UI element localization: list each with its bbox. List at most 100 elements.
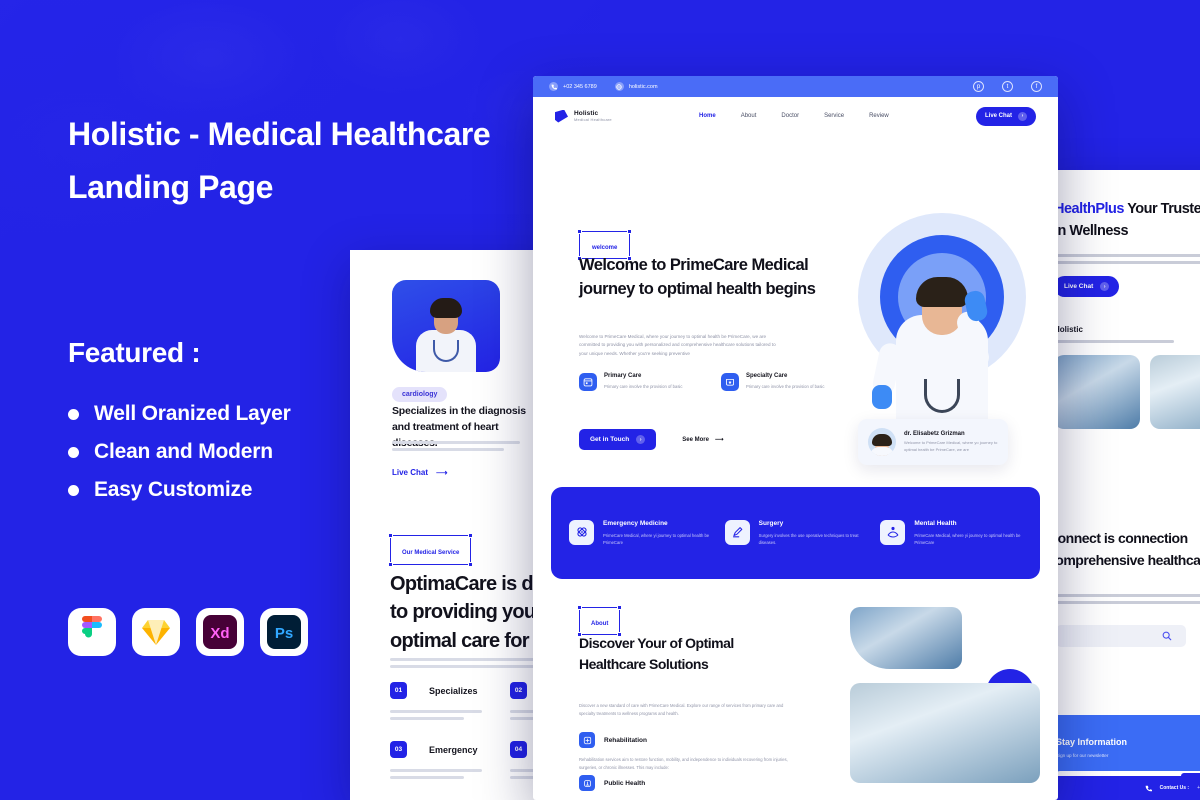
email-contact[interactable]: holistic.com (614, 82, 658, 91)
about-item-public-health: Public Health Public health initiatives … (579, 775, 795, 800)
right-panel-heading-2: Connect is connection comprehensive heal… (1048, 530, 1200, 568)
brand-name: Holistic (574, 110, 599, 117)
mockup-main-landing-page: +02 345 6789 holistic.com p t f Holistic… (533, 76, 1058, 800)
hero-feature-specialty-care: Specialty Care Primary care involve the … (721, 373, 831, 391)
about-item-title: Public Health (604, 779, 646, 787)
about-photo-lab (850, 607, 962, 669)
selection-handle[interactable] (388, 533, 393, 538)
doctor-card-desc: Welcome to PrimeCare Medical, where yo j… (904, 439, 998, 452)
featured-item-label: Clean and Modern (94, 440, 273, 463)
right-panel-paragraph-line (1054, 254, 1200, 257)
service-item: 04 (510, 741, 527, 758)
bandage-icon (569, 519, 594, 545)
about-photo-team (850, 683, 1040, 783)
band-item-mental-health[interactable]: Mental Health PrimeCare Medical, where y… (880, 519, 1022, 547)
see-more-label: See More (682, 436, 709, 443)
about-badge: About (577, 605, 623, 637)
about-badge-label: About (591, 621, 609, 627)
facebook-icon[interactable]: f (1031, 81, 1042, 92)
featured-item-label: Well Oranized Layer (94, 402, 291, 425)
band-title: Emergency Medicine (603, 519, 668, 527)
site-navbar: Holistic Medical Healthcare Home About D… (533, 97, 1058, 135)
sketch-icon (132, 608, 180, 656)
page-title: Holistic - Medical Healthcare Landing Pa… (68, 108, 538, 214)
chevron-right-icon: › (1018, 111, 1027, 121)
about-image-stack (850, 607, 1040, 783)
feature-desc: Primary care involve the provision of ba… (746, 384, 825, 389)
hero-heading: Welcome to PrimeCare Medical journey to … (579, 256, 816, 299)
footer-contact-label: Contact Us : (1159, 785, 1190, 791)
about-paragraph: Discover a new standard of care with Pri… (579, 703, 784, 716)
card-heading: Specializes in the diagnosis and treatme… (392, 405, 526, 449)
card-body-line (392, 441, 520, 444)
nav-item-home[interactable]: Home (699, 113, 716, 119)
medical-service-paragraph-line (390, 665, 540, 668)
band-title: Mental Health (914, 519, 957, 527)
about-item-header: Public Health (579, 775, 795, 791)
card-live-chat-link[interactable]: Live Chat ⟶ (392, 468, 447, 477)
globe-icon (614, 82, 624, 91)
selection-handle[interactable] (468, 562, 474, 567)
mockup-right-panel: HealthPlus Your Trusted Partner in Welln… (1040, 170, 1200, 800)
newsletter-title: Stay Information (1056, 737, 1128, 747)
selection-handle[interactable] (468, 533, 474, 538)
selection-handle[interactable] (388, 562, 393, 567)
band-desc: PrimeCare Medical, where yi journey to o… (914, 532, 1021, 545)
surgery-photo (1054, 355, 1140, 429)
feature-title: Specialty Care (746, 373, 788, 379)
nav-item-doctor[interactable]: Doctor (781, 113, 799, 119)
right-panel-heading: HealthPlus Your Trusted Partner in Welln… (1054, 198, 1200, 242)
services-band: Emergency Medicine PrimeCare Medical, wh… (551, 487, 1040, 579)
twitter-icon[interactable]: t (1002, 81, 1013, 92)
about-item-header: Rehabilitation (579, 732, 795, 748)
phone-contact[interactable]: +02 345 6789 (549, 82, 597, 91)
right-live-chat-label: Live Chat (1064, 283, 1094, 290)
nav-item-review[interactable]: Review (869, 113, 889, 119)
selection-handle[interactable] (577, 605, 582, 610)
right-section-caption: Holistic (1054, 325, 1083, 334)
rehab-icon (579, 732, 595, 748)
nav-item-about[interactable]: About (741, 113, 757, 119)
website-url: holistic.com (628, 83, 658, 90)
nav-item-service[interactable]: Service (824, 113, 844, 119)
see-more-link[interactable]: See More ⟶ (682, 436, 724, 444)
doctor-card-photo (392, 280, 500, 372)
service-item: 01 Specializes (390, 682, 478, 699)
pinterest-icon[interactable]: p (973, 81, 984, 92)
nav-menu: Home About Doctor Service Review (699, 113, 889, 119)
selection-handle[interactable] (627, 229, 633, 234)
search-input[interactable] (1056, 625, 1186, 647)
tool-icon-row: Xd Ps (68, 608, 308, 656)
brand-logo[interactable]: Holistic Medical Healthcare (555, 109, 612, 123)
hero-badge-label: welcome (592, 245, 618, 251)
newsletter-subtitle: Sign up for our newsletter (1056, 753, 1109, 758)
category-chip: cardiology (392, 387, 448, 402)
arrow-right-icon: ⟶ (714, 437, 724, 443)
selection-handle[interactable] (577, 229, 582, 234)
selection-handle[interactable] (617, 605, 623, 610)
band-item-emergency-medicine[interactable]: Emergency Medicine PrimeCare Medical, wh… (569, 519, 711, 547)
bullet-icon (68, 408, 79, 420)
hero-doctor-photo (866, 229, 1016, 439)
medical-service-badge-label: Our Medical Service (402, 550, 460, 556)
svg-text:Ps: Ps (275, 625, 293, 642)
card-body-line (392, 448, 504, 451)
about-item-title: Rehabilitation (604, 736, 647, 744)
card-live-chat-label: Live Chat (392, 468, 429, 477)
service-desc-line (390, 769, 482, 772)
right-panel-heading-highlight: HealthPlus (1054, 201, 1124, 217)
logo-mark-icon (555, 109, 568, 123)
get-in-touch-button[interactable]: Get in Touch › (579, 429, 657, 450)
about-heading: Discover Your of Optimal Healthcare Solu… (579, 635, 734, 672)
right-live-chat-button[interactable]: Live Chat › (1054, 276, 1120, 297)
service-title: Specializes (429, 685, 478, 696)
band-item-surgery[interactable]: Surgery Surgery involves the use operati… (724, 519, 867, 547)
scalpel-icon (724, 519, 750, 545)
hero-artwork: dr. Elisabetz Grizman Welcome to PrimeCa… (840, 207, 1040, 465)
search-icon (1162, 631, 1172, 641)
nav-live-chat-button[interactable]: Live Chat › (975, 106, 1036, 126)
band-title: Surgery (758, 519, 784, 527)
bullet-icon (68, 446, 79, 458)
brand-tagline: Medical Healthcare (574, 117, 612, 122)
page-title-line-2: Landing Page (68, 168, 273, 205)
